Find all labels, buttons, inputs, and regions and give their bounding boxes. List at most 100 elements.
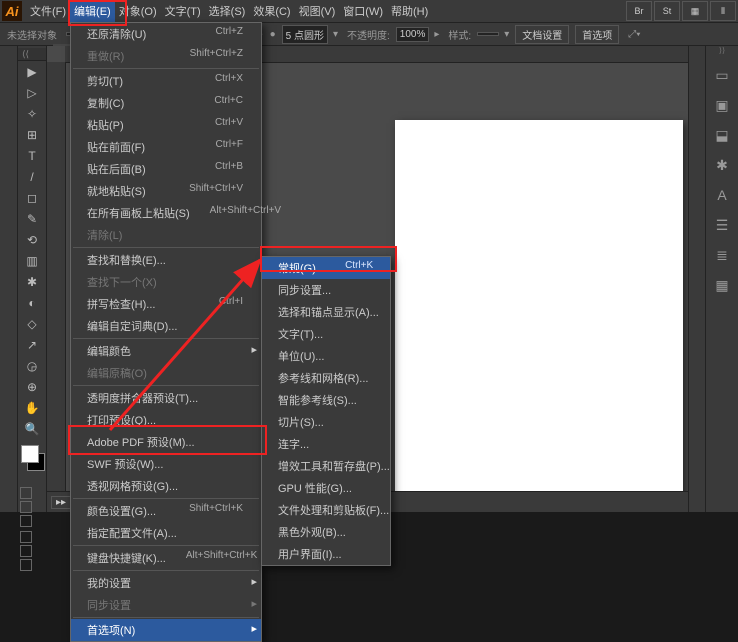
tool-icon[interactable]: ⊕: [20, 377, 44, 397]
color-mode-icons[interactable]: [20, 487, 44, 527]
pref-button[interactable]: 首选项: [575, 25, 619, 44]
no-selection-label: 未选择对象: [7, 27, 57, 42]
panel-icon[interactable]: ✱: [708, 152, 736, 178]
menu-item[interactable]: 参考线和网格(R)...: [262, 367, 390, 389]
menu-窗口(W)[interactable]: 窗口(W): [339, 0, 387, 22]
tool-icon[interactable]: ◐: [20, 293, 44, 313]
left-strip: [0, 46, 18, 512]
menu-编辑(E)[interactable]: 编辑(E): [70, 0, 115, 22]
opacity-label: 不透明度:: [347, 27, 390, 42]
panel-icon[interactable]: ≣: [708, 242, 736, 268]
menu-item[interactable]: 还原清除(U)Ctrl+Z: [71, 23, 261, 45]
menu-item[interactable]: 文件处理和剪贴板(F)...: [262, 499, 390, 521]
tool-icon[interactable]: ▶: [20, 62, 44, 82]
menu-item[interactable]: 拼写检查(H)...Ctrl+I: [71, 293, 261, 315]
dock-icon[interactable]: Br: [626, 1, 652, 21]
menu-item[interactable]: 文字(T)...: [262, 323, 390, 345]
menu-item[interactable]: 我的设置▸: [71, 572, 261, 594]
menu-item[interactable]: 连字...: [262, 433, 390, 455]
menu-item[interactable]: SWF 预设(W)...: [71, 453, 261, 475]
nav-first[interactable]: ▸▸: [51, 496, 71, 509]
menu-item[interactable]: 查找和替换(E)...: [71, 249, 261, 271]
menu-item: 查找下一个(X): [71, 271, 261, 293]
menu-item[interactable]: 编辑颜色▸: [71, 340, 261, 362]
menu-item[interactable]: 编辑自定词典(D)...: [71, 315, 261, 337]
menu-效果(C)[interactable]: 效果(C): [249, 0, 294, 22]
panel-icon[interactable]: A: [708, 182, 736, 208]
menu-item[interactable]: 同步设置...: [262, 279, 390, 301]
preferences-submenu: 常规(G)...Ctrl+K同步设置...选择和锚点显示(A)...文字(T).…: [261, 256, 391, 566]
menu-item[interactable]: 指定配置文件(A)...: [71, 522, 261, 544]
toolbox: ⟨⟨ ▶▷✧⊞T/◻✎⟲▥✱◐◇↗◶⊕✋🔍: [18, 46, 47, 512]
screen-mode-icons[interactable]: [20, 531, 44, 571]
panel-icon[interactable]: ⬓: [708, 122, 736, 148]
tool-icon[interactable]: ⟲: [20, 230, 44, 250]
menu-item[interactable]: 透明度拼合器预设(T)...: [71, 387, 261, 409]
menu-item[interactable]: 贴在后面(B)Ctrl+B: [71, 158, 261, 180]
tool-icon[interactable]: ✱: [20, 272, 44, 292]
menu-item[interactable]: 常规(G)...Ctrl+K: [262, 257, 390, 279]
menu-item[interactable]: 黑色外观(B)...: [262, 521, 390, 543]
dock-icon[interactable]: ▦: [682, 1, 708, 21]
menu-item[interactable]: 键盘快捷键(K)...Alt+Shift+Ctrl+K: [71, 547, 261, 569]
tool-icon[interactable]: /: [20, 167, 44, 187]
menu-item[interactable]: 就地粘贴(S)Shift+Ctrl+V: [71, 180, 261, 202]
tool-icon[interactable]: ⊞: [20, 125, 44, 145]
menu-item[interactable]: GPU 性能(G)...: [262, 477, 390, 499]
opacity-field[interactable]: 100%: [396, 27, 430, 42]
stroke-preset[interactable]: 5 点圆形: [282, 25, 328, 44]
menu-item[interactable]: 切片(S)...: [262, 411, 390, 433]
menu-对象(O)[interactable]: 对象(O): [115, 0, 161, 22]
menu-item[interactable]: 增效工具和暂存盘(P)...: [262, 455, 390, 477]
tool-icon[interactable]: ◶: [20, 356, 44, 376]
menu-item[interactable]: 用户界面(I)...: [262, 543, 390, 565]
panel-icon[interactable]: ▭: [708, 62, 736, 88]
menu-item: 重做(R)Shift+Ctrl+Z: [71, 45, 261, 67]
menu-item[interactable]: 选择和锚点显示(A)...: [262, 301, 390, 323]
menu-item[interactable]: 复制(C)Ctrl+C: [71, 92, 261, 114]
menu-item[interactable]: 透视网格预设(G)...: [71, 475, 261, 497]
tool-icon[interactable]: 🔍: [20, 419, 44, 439]
style-field[interactable]: [477, 32, 499, 36]
right-dock: ⟩⟩ ▭▣⬓✱A☰≣▦: [705, 46, 738, 512]
panel-icon[interactable]: ▦: [708, 272, 736, 298]
menubar: Ai 文件(F)编辑(E)对象(O)文字(T)选择(S)效果(C)视图(V)窗口…: [0, 0, 738, 23]
menu-item: 清除(L): [71, 224, 261, 246]
tool-icon[interactable]: ▷: [20, 83, 44, 103]
tool-icon[interactable]: T: [20, 146, 44, 166]
dock-icon[interactable]: ⫴: [710, 1, 736, 21]
tool-icon[interactable]: ✧: [20, 104, 44, 124]
menu-item[interactable]: 贴在前面(F)Ctrl+F: [71, 136, 261, 158]
menu-item[interactable]: 首选项(N)▸: [71, 619, 261, 641]
color-swatch[interactable]: [21, 445, 43, 481]
menu-item[interactable]: 智能参考线(S)...: [262, 389, 390, 411]
app-icon: Ai: [2, 1, 22, 21]
tool-icon[interactable]: ✋: [20, 398, 44, 418]
menu-item[interactable]: 剪切(T)Ctrl+X: [71, 70, 261, 92]
ruler-vertical: [47, 62, 66, 492]
tool-icon[interactable]: ◇: [20, 314, 44, 334]
menu-item[interactable]: 打印预设(Q)...: [71, 409, 261, 431]
tool-icon[interactable]: ▥: [20, 251, 44, 271]
panel-icon[interactable]: ▣: [708, 92, 736, 118]
menu-帮助(H)[interactable]: 帮助(H): [387, 0, 432, 22]
menu-视图(V)[interactable]: 视图(V): [295, 0, 340, 22]
tool-icon[interactable]: ↗: [20, 335, 44, 355]
menu-item[interactable]: 在所有画板上粘贴(S)Alt+Shift+Ctrl+V: [71, 202, 261, 224]
dock-icon[interactable]: St: [654, 1, 680, 21]
menu-文件(F)[interactable]: 文件(F): [26, 0, 70, 22]
doc-setup-button[interactable]: 文档设置: [515, 25, 569, 44]
tool-icon[interactable]: ✎: [20, 209, 44, 229]
tool-icon[interactable]: ◻: [20, 188, 44, 208]
panel-icon[interactable]: ☰: [708, 212, 736, 238]
menu-item: 编辑原稿(O): [71, 362, 261, 384]
style-label: 样式:: [448, 27, 471, 42]
menu-item[interactable]: 粘贴(P)Ctrl+V: [71, 114, 261, 136]
artboard[interactable]: [395, 120, 683, 512]
menu-item[interactable]: 单位(U)...: [262, 345, 390, 367]
menu-选择(S)[interactable]: 选择(S): [205, 0, 250, 22]
menu-文字(T)[interactable]: 文字(T): [161, 0, 205, 22]
menu-item[interactable]: 颜色设置(G)...Shift+Ctrl+K: [71, 500, 261, 522]
menu-item[interactable]: Adobe PDF 预设(M)...: [71, 431, 261, 453]
edit-menu: 还原清除(U)Ctrl+Z重做(R)Shift+Ctrl+Z 剪切(T)Ctrl+…: [70, 22, 262, 642]
